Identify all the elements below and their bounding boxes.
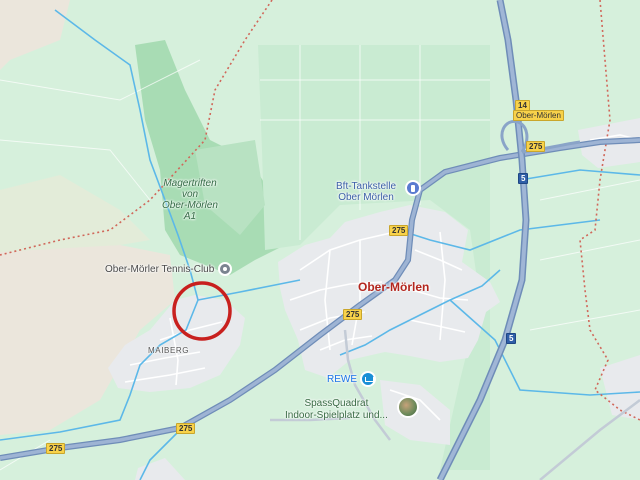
- supermarket-label[interactable]: REWE: [327, 374, 357, 385]
- road-shield-b275: 275: [343, 309, 363, 320]
- playground-line-1: SpassQuadrat: [304, 398, 369, 409]
- fuel-station-line-2: Ober Mörlen: [338, 192, 394, 203]
- tennis-club-label[interactable]: Ober-Mörler Tennis-Club: [105, 264, 214, 275]
- exit-name-shield: Ober-Mörlen: [513, 110, 564, 121]
- field-area: [0, 0, 70, 70]
- road-shield-b275: 275: [176, 423, 196, 434]
- fuel-station-line-1: Bft-Tankstelle: [336, 181, 397, 192]
- fuel-station-label[interactable]: Bft-Tankstelle Ober Mörlen: [336, 181, 396, 203]
- nature-area-label: Magertriften von Ober-Mörlen A1: [150, 178, 230, 222]
- shopping-cart-icon[interactable]: [360, 371, 376, 387]
- fuel-station-icon[interactable]: [405, 180, 421, 196]
- playground-label[interactable]: SpassQuadrat Indoor-Spielplatz und...: [285, 398, 388, 422]
- nature-area-line-4: A1: [183, 211, 197, 222]
- road-shield-b275: 275: [389, 225, 409, 236]
- nature-area-line-2: von: [181, 189, 199, 200]
- road-shield-b275: 275: [46, 443, 66, 454]
- playground-photo-icon[interactable]: [397, 396, 419, 418]
- map-canvas[interactable]: Magertriften von Ober-Mörlen A1 Ober-Mör…: [0, 0, 640, 480]
- road-shield-b275: 275: [526, 141, 546, 152]
- nature-area-line-1: Magertriften: [163, 178, 217, 189]
- playground-line-2: Indoor-Spielplatz und...: [285, 410, 388, 421]
- road-shield-a5: 5: [518, 173, 529, 184]
- road-shield-a5: 5: [506, 333, 517, 344]
- town-label[interactable]: Ober-Mörlen: [358, 280, 429, 294]
- nature-area-line-3: Ober-Mörlen: [162, 200, 218, 211]
- district-label: MAIBERG: [148, 346, 190, 355]
- field-area: [0, 175, 150, 252]
- tennis-club-pin-icon[interactable]: [218, 262, 232, 276]
